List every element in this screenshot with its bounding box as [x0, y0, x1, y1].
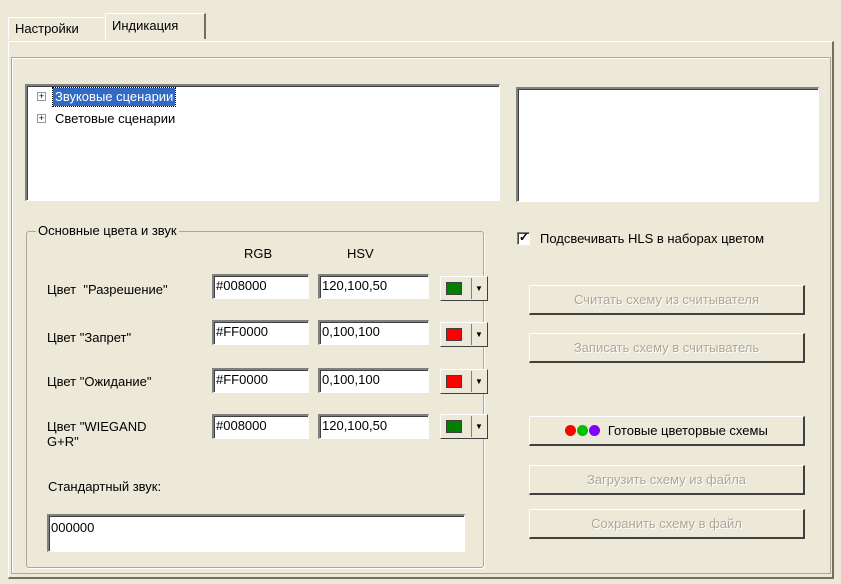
deny-hsv-input[interactable]: 0,100,100	[318, 320, 429, 345]
ready-schemes-label: Готовые цветорвые схемы	[607, 423, 768, 438]
wiegand-rgb-input[interactable]: #008000	[212, 414, 309, 439]
save-scheme-button[interactable]: Сохранить схему в файл	[529, 509, 805, 539]
waiting-hsv-input[interactable]: 0,100,100	[318, 368, 429, 393]
dropdown-arrow-icon: ▼	[471, 416, 486, 437]
highlight-hls-checkbox[interactable]: ✓	[517, 230, 530, 245]
color-swatch	[446, 328, 462, 341]
waiting-color-picker[interactable]: ▼	[440, 369, 488, 394]
standard-sound-input[interactable]: 000000	[47, 514, 465, 552]
color-waiting-label: Цвет "Ожидание"	[47, 374, 152, 389]
color-swatch	[446, 375, 462, 388]
checkmark-icon: ✓	[519, 230, 530, 244]
wiegand-color-picker[interactable]: ▼	[440, 414, 488, 439]
green-dot-icon	[577, 425, 589, 436]
color-wiegand-label-line1: Цвет "WIEGAND	[47, 419, 147, 434]
color-swatch	[446, 420, 462, 433]
red-dot-icon	[565, 425, 577, 436]
tab-indication[interactable]: Индикация	[105, 13, 206, 39]
ready-schemes-button[interactable]: Готовые цветорвые схемы	[529, 416, 805, 446]
highlight-hls-label: Подсвечивать HLS в наборах цветом	[540, 231, 765, 246]
color-permission-label: Цвет "Разрешение"	[47, 282, 168, 297]
load-scheme-button[interactable]: Загрузить схему из файла	[529, 465, 805, 495]
dropdown-arrow-icon: ▼	[471, 324, 486, 345]
color-wiegand-label: Цвет "WIEGAND G+R"	[47, 419, 146, 449]
permission-hsv-input[interactable]: 120,100,50	[318, 274, 429, 299]
read-scheme-button[interactable]: Считать схему из считывателя	[529, 285, 805, 315]
deny-rgb-input[interactable]: #FF0000	[212, 320, 309, 345]
deny-color-picker[interactable]: ▼	[440, 322, 488, 347]
purple-dot-icon	[589, 425, 601, 436]
color-swatch	[446, 282, 462, 295]
tree-item-label: Световые сценарии	[55, 111, 176, 126]
dropdown-arrow-icon: ▼	[471, 371, 486, 392]
permission-color-picker[interactable]: ▼	[440, 276, 488, 301]
tab-settings[interactable]: Настройки	[8, 17, 106, 39]
tab-settings-label: Настройки	[15, 21, 79, 36]
expand-plus-icon[interactable]: +	[37, 92, 46, 101]
scenario-tree[interactable]: + Звуковые сценарии + Световые сценарии	[25, 84, 500, 201]
write-scheme-button[interactable]: Записать схему в считыватель	[529, 333, 805, 363]
color-deny-label: Цвет "Запрет"	[47, 330, 132, 345]
preview-box	[516, 87, 819, 202]
standard-sound-label: Стандартный звук:	[48, 479, 162, 494]
hsv-column-header: HSV	[347, 246, 374, 261]
group-title: Основные цвета и звук	[36, 223, 179, 238]
color-wiegand-label-line2: G+R"	[47, 434, 79, 449]
tree-item-label: Звуковые сценарии	[51, 87, 177, 107]
expand-plus-icon[interactable]: +	[37, 114, 46, 123]
permission-rgb-input[interactable]: #008000	[212, 274, 309, 299]
rgb-column-header: RGB	[244, 246, 273, 261]
dropdown-arrow-icon: ▼	[471, 278, 486, 299]
wiegand-hsv-input[interactable]: 120,100,50	[318, 414, 429, 439]
tab-indication-label: Индикация	[112, 18, 179, 33]
waiting-rgb-input[interactable]: #FF0000	[212, 368, 309, 393]
